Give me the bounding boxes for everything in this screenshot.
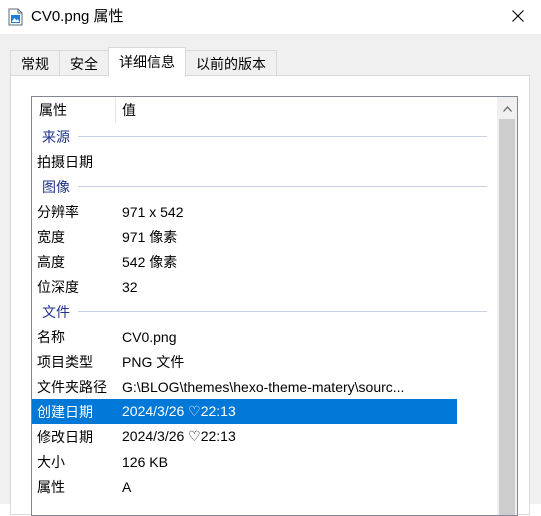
property-name: 属性 <box>37 478 65 495</box>
column-header-value[interactable]: 值 <box>116 97 497 123</box>
column-header-property[interactable]: 属性 <box>32 97 116 123</box>
property-value: CV0.png <box>122 328 177 345</box>
group-divider <box>78 186 487 187</box>
group-label: 来源 <box>42 128 70 145</box>
scrollbar-thumb[interactable] <box>499 119 515 515</box>
property-name: 大小 <box>37 453 65 470</box>
property-name: 高度 <box>37 253 65 270</box>
vertical-scrollbar[interactable] <box>497 97 517 515</box>
property-value: 2024/3/26 ♡22:13 <box>122 403 236 419</box>
chevron-up-icon <box>502 99 512 115</box>
property-name: 创建日期 <box>37 403 93 420</box>
close-icon <box>512 9 524 25</box>
property-value: PNG 文件 <box>122 353 185 370</box>
group-image[interactable]: 图像 <box>32 174 497 199</box>
image-file-icon <box>8 8 23 26</box>
scroll-up-button[interactable] <box>497 97 517 117</box>
row-item-type[interactable]: 项目类型 PNG 文件 <box>32 349 497 374</box>
group-file[interactable]: 文件 <box>32 299 497 324</box>
property-name: 名称 <box>37 328 65 345</box>
property-value: 971 像素 <box>122 228 178 245</box>
row-size[interactable]: 大小 126 KB <box>32 449 497 474</box>
property-value: A <box>122 478 132 495</box>
property-name: 项目类型 <box>37 353 93 370</box>
property-name: 位深度 <box>37 278 79 295</box>
property-value: 971 x 542 <box>122 203 184 220</box>
row-bit-depth[interactable]: 位深度 32 <box>32 274 497 299</box>
details-panel: 属性 值 来源 拍摄日期 图像 分辨率 971 x 542 宽度 971 像素 … <box>10 75 530 516</box>
tab-previous-versions[interactable]: 以前的版本 <box>185 50 277 76</box>
row-folder-path[interactable]: 文件夹路径 G:\BLOG\themes\hexo-theme-matery\s… <box>32 374 497 399</box>
dialog-body: 常规 安全 详细信息 以前的版本 属性 值 来源 拍摄日期 图像 分辨率 971… <box>0 34 541 516</box>
property-value: 126 KB <box>122 453 168 470</box>
group-divider <box>78 136 487 137</box>
property-name: 拍摄日期 <box>37 153 93 170</box>
property-value: 32 <box>122 278 138 295</box>
properties-list[interactable]: 属性 值 来源 拍摄日期 图像 分辨率 971 x 542 宽度 971 像素 … <box>31 96 518 516</box>
group-label: 文件 <box>42 303 70 320</box>
row-dimensions[interactable]: 分辨率 971 x 542 <box>32 199 497 224</box>
property-name: 分辨率 <box>37 203 79 220</box>
property-name: 修改日期 <box>37 428 93 445</box>
window-title: CV0.png 属性 <box>31 8 124 25</box>
list-rows: 来源 拍摄日期 图像 分辨率 971 x 542 宽度 971 像素 高度 54… <box>32 124 497 499</box>
list-header: 属性 值 <box>32 97 497 123</box>
property-value: G:\BLOG\themes\hexo-theme-matery\sourc..… <box>122 378 405 395</box>
row-date-modified[interactable]: 修改日期 2024/3/26 ♡22:13 <box>32 424 497 449</box>
row-width[interactable]: 宽度 971 像素 <box>32 224 497 249</box>
property-name: 文件夹路径 <box>37 378 107 395</box>
group-divider <box>78 311 487 312</box>
row-date-created[interactable]: 创建日期 2024/3/26 ♡22:13 <box>32 399 457 424</box>
tab-strip: 常规 安全 详细信息 以前的版本 <box>10 46 277 77</box>
tab-security[interactable]: 安全 <box>59 50 109 76</box>
row-name[interactable]: 名称 CV0.png <box>32 324 497 349</box>
property-name: 宽度 <box>37 228 65 245</box>
row-attributes[interactable]: 属性 A <box>32 474 497 499</box>
property-value: 542 像素 <box>122 253 178 270</box>
title-bar: CV0.png 属性 <box>0 0 541 34</box>
property-value: 2024/3/26 ♡22:13 <box>122 428 236 444</box>
group-source[interactable]: 来源 <box>32 124 497 149</box>
close-button[interactable] <box>495 0 541 34</box>
group-label: 图像 <box>42 178 70 195</box>
row-height[interactable]: 高度 542 像素 <box>32 249 497 274</box>
row-date-taken[interactable]: 拍摄日期 <box>32 149 497 174</box>
tab-details[interactable]: 详细信息 <box>108 47 186 77</box>
tab-general[interactable]: 常规 <box>10 50 60 76</box>
